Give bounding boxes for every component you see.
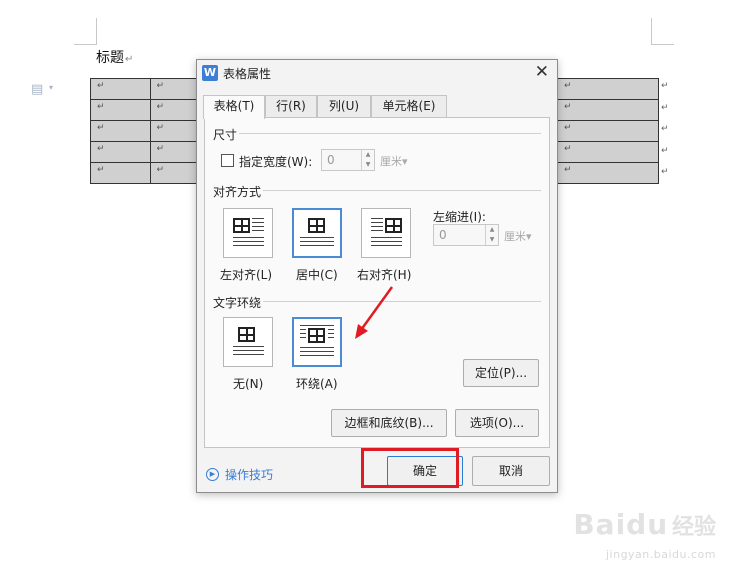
red-arrow-annotation bbox=[355, 286, 394, 339]
tab-table[interactable]: 表格(T) bbox=[203, 95, 265, 119]
